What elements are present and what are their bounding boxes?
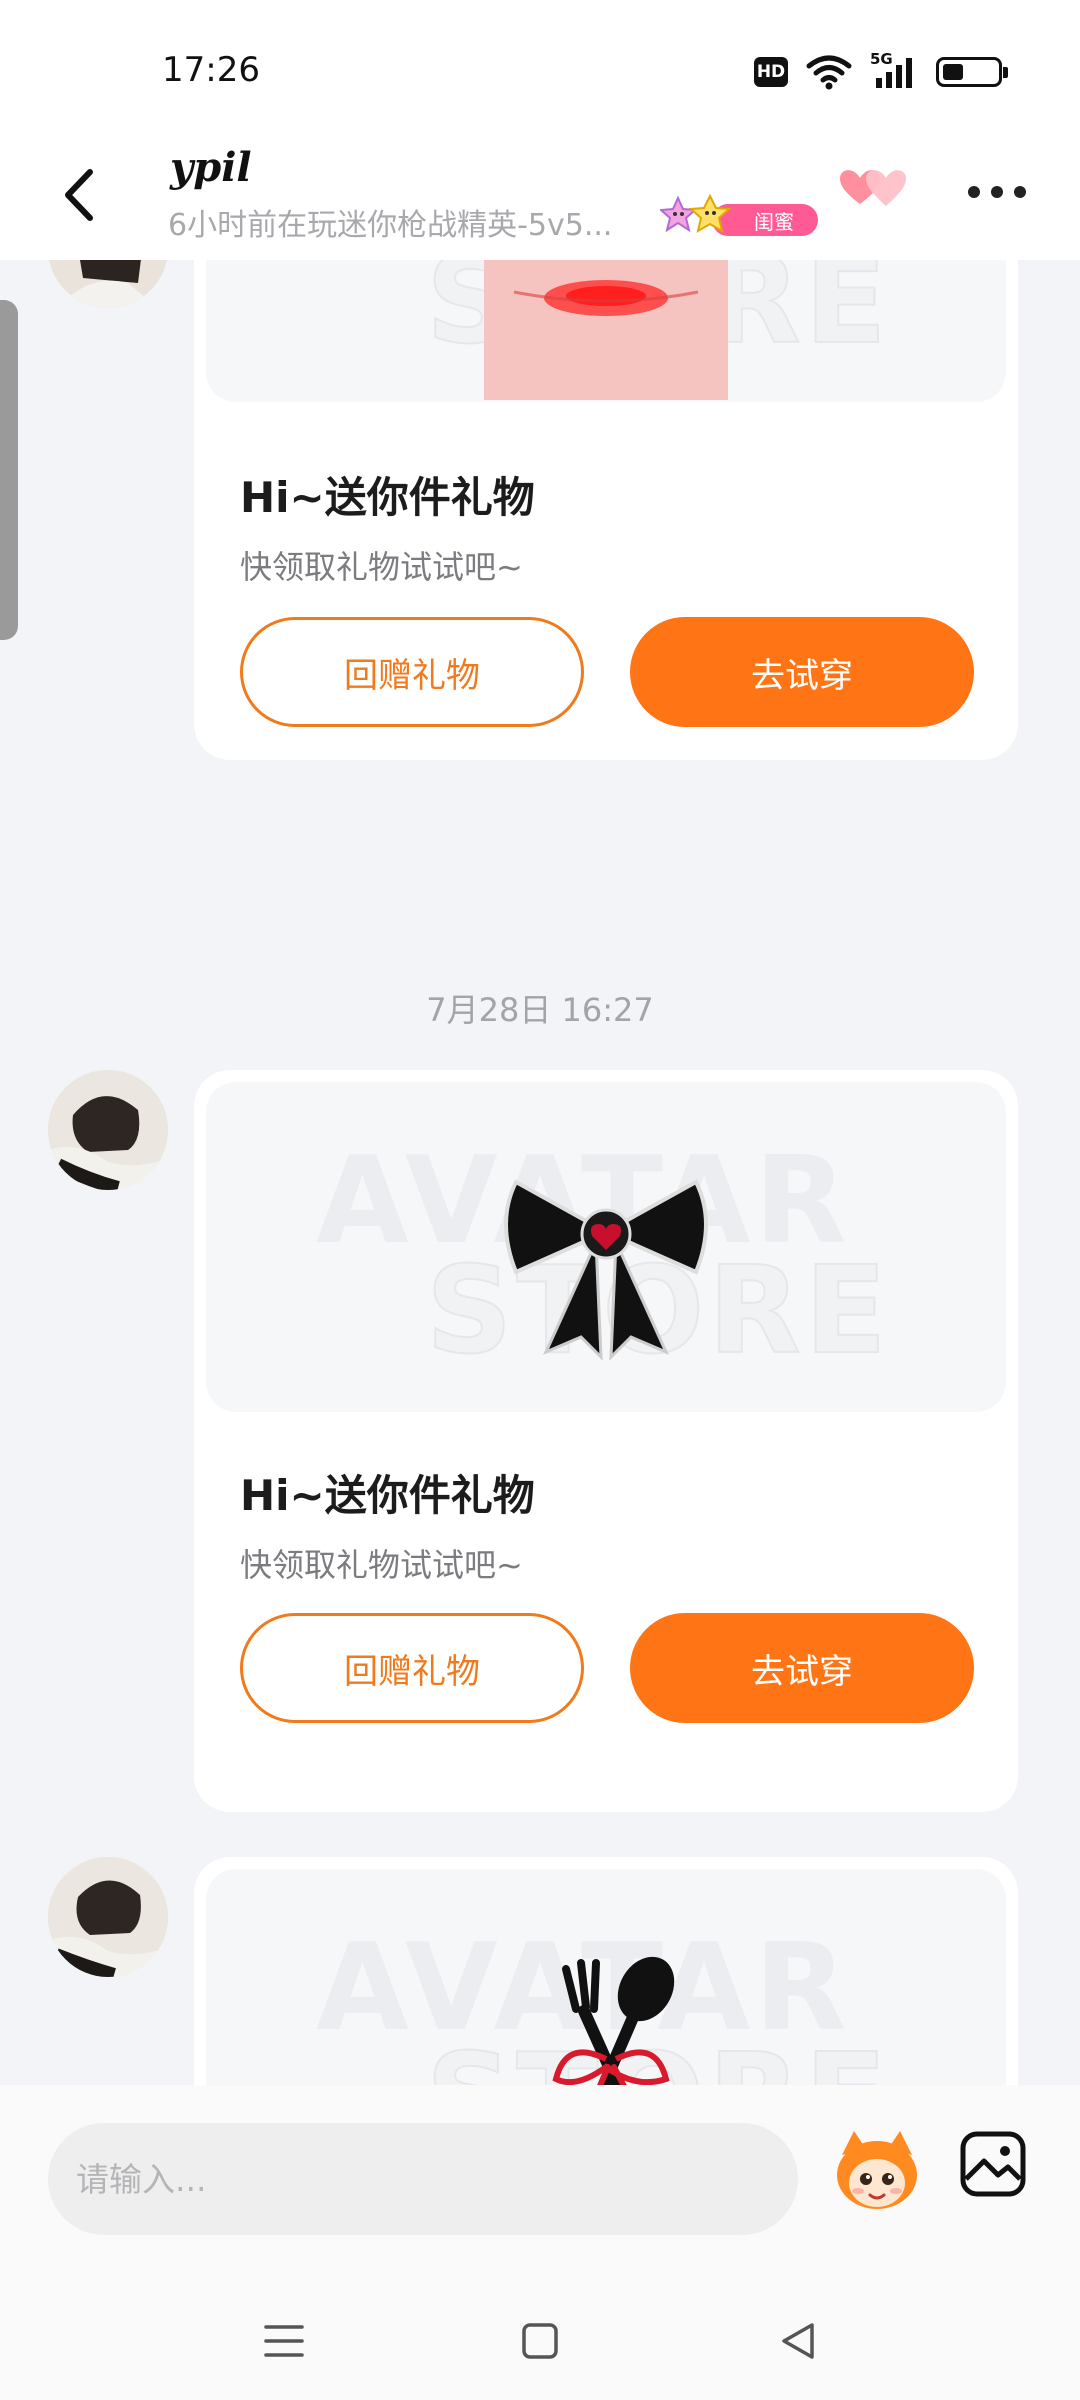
message-input[interactable] xyxy=(48,2123,798,2235)
hd-icon: HD xyxy=(754,57,788,87)
status-bar: 17:26 HD 5G xyxy=(0,0,1080,140)
signal-icon: 5G xyxy=(870,50,918,90)
contact-avatar[interactable] xyxy=(48,260,168,308)
gift-preview[interactable]: AVATAR STORE xyxy=(206,1869,1006,2085)
gift-card: AVATAR STORE Hi~送你件礼物 快领取礼物试试吧~ 回赠礼物 去试穿 xyxy=(194,1070,1018,1812)
contact-avatar[interactable] xyxy=(48,1070,168,1190)
side-drawer-handle[interactable] xyxy=(0,300,18,640)
star-pair-icon xyxy=(660,193,732,234)
gift-title: Hi~送你件礼物 xyxy=(240,473,535,522)
hearts-icon[interactable] xyxy=(838,160,918,220)
gift-subtitle: 快领取礼物试试吧~ xyxy=(240,548,523,586)
return-gift-button[interactable]: 回赠礼物 xyxy=(240,1613,584,1723)
back-icon[interactable] xyxy=(768,2311,828,2371)
home-icon[interactable] xyxy=(510,2311,570,2371)
system-nav-bar xyxy=(0,2275,1080,2400)
back-arrow-icon[interactable] xyxy=(52,160,112,230)
contact-status: 6小时前在玩迷你枪战精英-5v5... xyxy=(168,208,613,243)
image-picker-icon[interactable] xyxy=(958,2129,1028,2199)
dot xyxy=(968,186,980,198)
dot xyxy=(1014,186,1026,198)
relation-badge: 闺蜜 xyxy=(660,193,818,238)
dot xyxy=(991,186,1003,198)
status-time: 17:26 xyxy=(162,50,260,90)
fork-spoon-icon xyxy=(552,1956,675,2085)
status-icons: HD 5G xyxy=(754,50,1008,92)
return-gift-button[interactable]: 回赠礼物 xyxy=(240,617,584,727)
chat-header: ypil 6小时前在玩迷你枪战精英-5v5... 闺蜜 xyxy=(0,140,1080,260)
more-options-button[interactable] xyxy=(962,162,1032,222)
wifi-icon xyxy=(806,55,852,90)
menu-icon[interactable] xyxy=(254,2311,314,2371)
gift-preview[interactable]: AVATAR STORE xyxy=(206,1082,1006,1412)
gift-card: AVATAR STORE xyxy=(194,1857,1018,2085)
contact-name[interactable]: ypil xyxy=(170,144,252,191)
red-lips-icon xyxy=(484,260,728,400)
gift-subtitle: 快领取礼物试试吧~ xyxy=(240,1546,523,1584)
message-timestamp: 7月28日 16:27 xyxy=(426,991,654,1029)
mascot-emoji-icon[interactable] xyxy=(832,2125,922,2215)
try-on-button[interactable]: 去试穿 xyxy=(630,1613,974,1723)
gift-card: AVATAR STORE Hi~送你件礼物 快领取礼物试试吧~ 回赠礼物 去试穿 xyxy=(194,260,1018,760)
try-on-button[interactable]: 去试穿 xyxy=(630,617,974,727)
gift-title: Hi~送你件礼物 xyxy=(240,1471,535,1520)
black-bow-icon xyxy=(504,1179,708,1361)
chat-messages[interactable]: AVATAR STORE Hi~送你件礼物 快领取礼物试试吧~ 回赠礼物 去试穿… xyxy=(0,260,1080,2085)
gift-preview[interactable]: AVATAR STORE xyxy=(206,260,1006,402)
contact-avatar[interactable] xyxy=(48,1857,168,1977)
battery-icon xyxy=(936,57,1008,87)
message-input-bar xyxy=(0,2085,1080,2275)
